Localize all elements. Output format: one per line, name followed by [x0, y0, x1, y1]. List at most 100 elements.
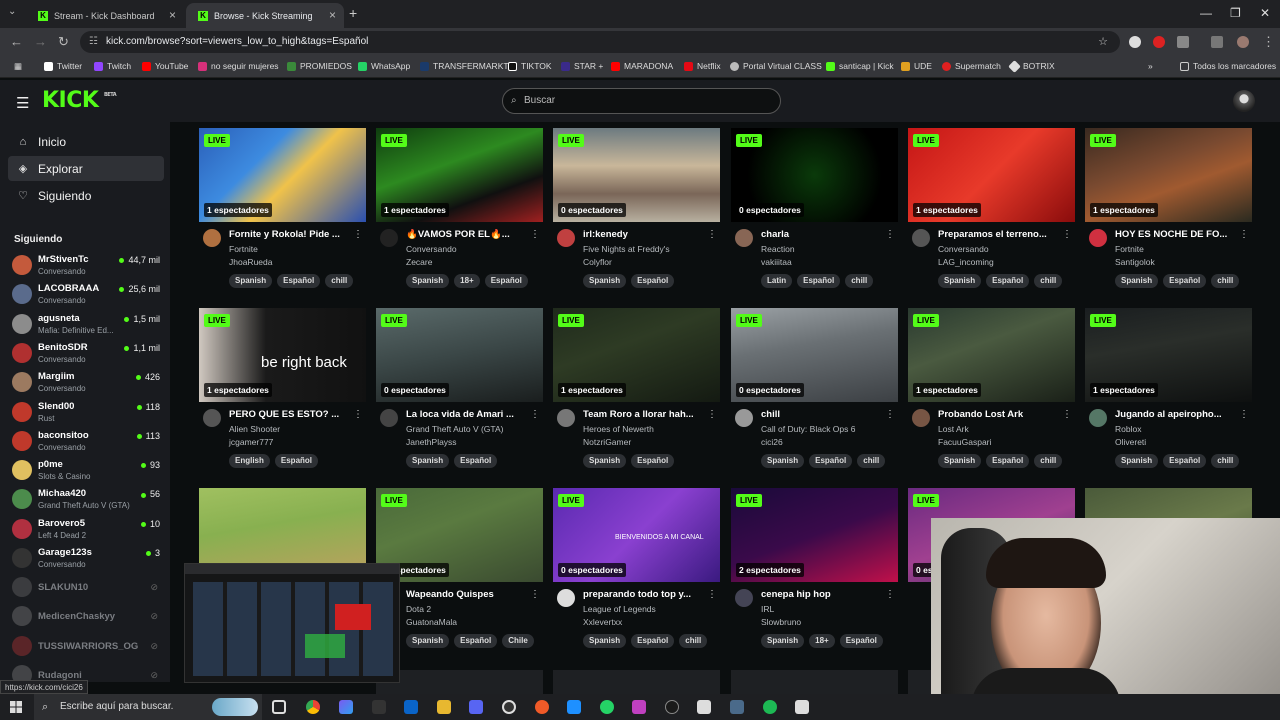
stream-thumbnail[interactable]: be right back LIVE 1 espectadores [199, 308, 366, 402]
tag-chip[interactable]: chill [1034, 274, 1063, 288]
nav-explorar[interactable]: ◈ Explorar [8, 156, 164, 181]
whatsapp-icon[interactable] [600, 700, 614, 714]
bookmark-star-icon[interactable]: ☆ [1098, 31, 1108, 53]
stream-title[interactable]: La loca vida de Amari ... [406, 409, 526, 420]
stream-title[interactable]: Fornite y Rokola! Pide ... [229, 229, 349, 240]
stream-thumbnail[interactable]: LIVE 0 espectadores [731, 308, 898, 402]
more-options-icon[interactable]: ⋮ [353, 409, 363, 420]
tag-chip[interactable]: Español [986, 454, 1030, 468]
stream-title[interactable]: Jugando al apeiropho... [1115, 409, 1235, 420]
tag-chip[interactable]: chill [679, 634, 708, 648]
steam-icon[interactable] [665, 700, 679, 714]
stream-title[interactable]: HOY ES NOCHE DE FO... [1115, 229, 1235, 240]
more-options-icon[interactable]: ⋮ [353, 229, 363, 240]
streamer-avatar[interactable] [735, 409, 753, 427]
profile-avatar[interactable] [1237, 36, 1249, 48]
tag-chip[interactable]: chill [1211, 274, 1240, 288]
bookmark-tiktok[interactable]: TIKTOK [508, 61, 552, 71]
forward-icon[interactable]: → [34, 34, 47, 49]
stream-thumbnail[interactable]: LIVE 0 espectadores [376, 488, 543, 582]
following-channel-offline[interactable]: SLAKUN10 ⊘ [12, 574, 162, 602]
following-channel[interactable]: MrStivenTc Conversando 44,7 mil [12, 252, 162, 280]
following-channel[interactable]: Michaa420 Grand Theft Auto V (GTA) 56 [12, 486, 162, 514]
stream-title[interactable]: cenepa hip hop [761, 589, 881, 600]
streamer-avatar[interactable] [1089, 409, 1107, 427]
bookmark-twitch[interactable]: Twitch [94, 61, 131, 71]
bookmark-no-seguir[interactable]: no seguir mujeres [198, 61, 279, 71]
stream-thumbnail[interactable]: LIVE 1 espectadores [1085, 308, 1252, 402]
streamer-name[interactable]: LAG_incoming [938, 257, 994, 267]
more-options-icon[interactable]: ⋮ [885, 589, 895, 600]
bookmark-botrix[interactable]: BOTRIX [1008, 59, 1055, 73]
tag-chip[interactable]: Español [797, 274, 841, 288]
tag-chip[interactable]: 18+ [454, 274, 480, 288]
more-options-icon[interactable]: ⋮ [707, 409, 717, 420]
streamer-avatar[interactable] [557, 409, 575, 427]
stream-thumbnail[interactable]: LIVE 1 espectadores [199, 128, 366, 222]
tag-chip[interactable]: chill [325, 274, 354, 288]
more-options-icon[interactable]: ⋮ [1239, 229, 1249, 240]
stream-title[interactable]: 🔥VAMOS POR EL🔥... [406, 229, 526, 240]
browser-menu-icon[interactable]: ⋮ [1262, 34, 1275, 50]
tag-chip[interactable]: Spanish [938, 454, 982, 468]
tag-chip[interactable]: Español [274, 454, 319, 468]
stream-category[interactable]: Call of Duty: Black Ops 6 [761, 424, 855, 434]
stream-thumbnail[interactable]: LIVE 1 espectadores [1085, 128, 1252, 222]
stream-thumbnail[interactable]: LIVE 1 espectadores [376, 128, 543, 222]
bookmark-star-plus[interactable]: STAR + [561, 61, 603, 71]
minimize-icon[interactable]: — [1200, 6, 1212, 20]
streamer-avatar[interactable] [735, 229, 753, 247]
all-bookmarks-folder[interactable]: Todos los marcadores [1180, 61, 1276, 71]
bookmark-netflix[interactable]: Netflix [684, 61, 721, 71]
tag-chip[interactable]: Spanish [583, 454, 627, 468]
stream-category[interactable]: IRL [761, 604, 774, 614]
tag-chip[interactable]: Español [986, 274, 1030, 288]
apps-grid-icon[interactable]: ▦ [14, 61, 22, 72]
stream-thumbnail[interactable]: LIVE 1 espectadores [908, 308, 1075, 402]
file-explorer-icon[interactable] [437, 700, 451, 714]
stream-category[interactable]: Lost Ark [938, 424, 969, 434]
streamer-avatar[interactable] [557, 589, 575, 607]
streamer-avatar[interactable] [1089, 229, 1107, 247]
following-channel-offline[interactable]: TUSSIWARRIORS_OG ⊘ [12, 633, 162, 661]
stream-title[interactable]: Wapeando Quispes [406, 589, 526, 600]
copilot-icon[interactable] [339, 700, 353, 714]
streamer-avatar[interactable] [735, 589, 753, 607]
bookmark-santicap[interactable]: santicap | Kick [826, 61, 894, 71]
more-options-icon[interactable]: ⋮ [707, 229, 717, 240]
tag-chip[interactable]: Spanish [1115, 274, 1159, 288]
outlook-icon[interactable] [404, 700, 418, 714]
stream-title[interactable]: Preparamos el terreno... [938, 229, 1058, 240]
stream-title[interactable]: PERO QUE ES ESTO? ... [229, 409, 349, 420]
app-icon[interactable] [632, 700, 646, 714]
stream-title[interactable]: Probando Lost Ark [938, 409, 1058, 420]
bookmark-portal-virtual[interactable]: Portal Virtual CLASS [730, 61, 822, 71]
tag-chip[interactable]: Spanish [938, 274, 982, 288]
tag-chip[interactable]: Español [631, 274, 675, 288]
tag-chip[interactable]: Spanish [583, 274, 627, 288]
streamer-name[interactable]: Slowbruno [761, 617, 801, 627]
menu-hamburger-icon[interactable]: ☰ [16, 94, 29, 112]
nav-inicio[interactable]: ⌂ Inicio [8, 129, 164, 154]
search-input[interactable]: ⌕ Buscar [502, 88, 781, 114]
stream-category[interactable]: Heroes of Newerth [583, 424, 654, 434]
extensions-puzzle-icon[interactable] [1177, 36, 1189, 48]
bookmark-youtube[interactable]: YouTube [142, 61, 188, 71]
stream-category[interactable]: Roblox [1115, 424, 1141, 434]
following-channel[interactable]: Garage123s Conversando 3 [12, 545, 162, 573]
following-channel[interactable]: Margiim Conversando 426 [12, 369, 162, 397]
tag-chip[interactable]: Spanish [1115, 454, 1159, 468]
streamer-name[interactable]: JanethPlayss [406, 437, 457, 447]
following-channel-offline[interactable]: MedicenChaskyy ⊘ [12, 603, 162, 631]
app-icon[interactable] [535, 700, 549, 714]
streamer-avatar[interactable] [203, 229, 221, 247]
stream-title[interactable]: chill [761, 409, 881, 420]
streamer-avatar[interactable] [912, 229, 930, 247]
tag-chip[interactable]: chill [1211, 454, 1240, 468]
streamer-name[interactable]: JhoaRueda [229, 257, 272, 267]
more-options-icon[interactable]: ⋮ [530, 229, 540, 240]
stream-category[interactable]: Five Nights at Freddy's [583, 244, 670, 254]
bookmark-twitter[interactable]: Twitter [44, 61, 82, 71]
more-options-icon[interactable]: ⋮ [1062, 229, 1072, 240]
close-tab-icon[interactable]: × [169, 8, 176, 22]
